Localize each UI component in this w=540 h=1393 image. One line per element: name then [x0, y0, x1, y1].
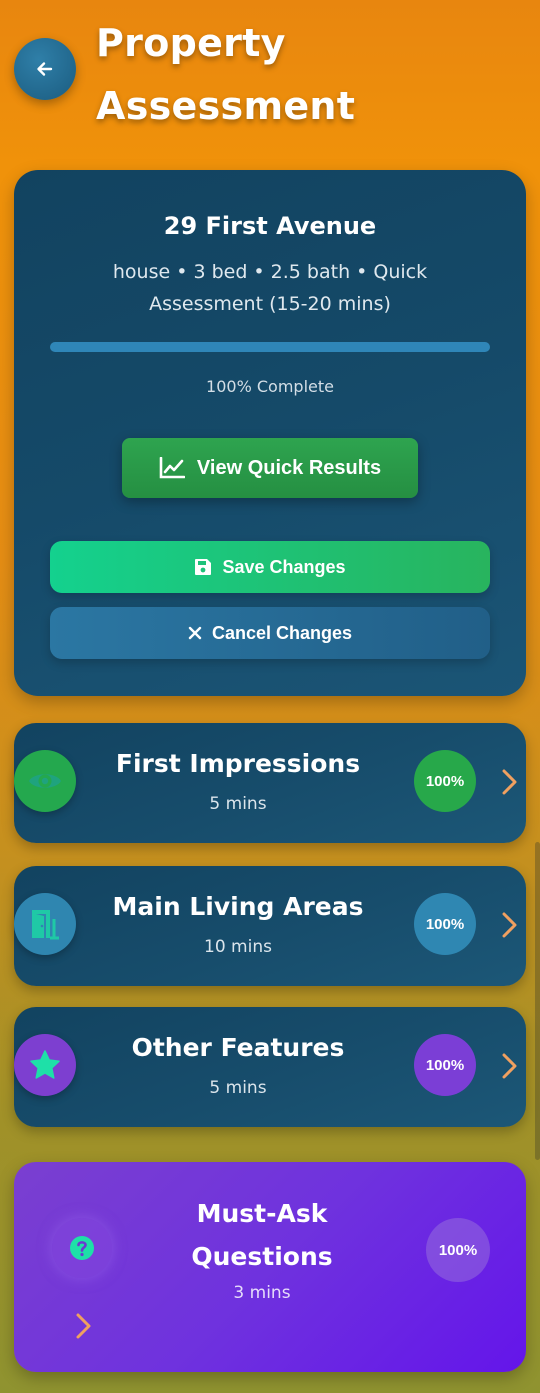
- scrollbar[interactable]: [535, 842, 540, 1160]
- floppy-disk-icon: [195, 559, 212, 575]
- section-icon-wrap: [52, 1218, 112, 1278]
- section-card-must-ask-questions[interactable]: Must-Ask Questions 3 mins 100%: [14, 1162, 526, 1372]
- door-open-icon: [32, 910, 59, 940]
- section-time: 10 mins: [204, 937, 272, 957]
- progress-bar-fill: [50, 342, 490, 352]
- progress-text: 100% Complete: [206, 377, 334, 396]
- section-title: First Impressions: [115, 749, 361, 778]
- section-card-first-impressions[interactable]: First Impressions 5 mins 100%: [14, 723, 526, 843]
- view-quick-results-label: View Quick Results: [196, 456, 382, 479]
- progress-bar: [50, 342, 490, 352]
- section-icon-wrap: [14, 750, 76, 812]
- property-details: house • 3 bed • 2.5 bath • Quick Assessm…: [112, 261, 428, 315]
- star-icon: [30, 1050, 60, 1079]
- arrow-left-icon: [37, 62, 53, 76]
- section-title: Must-Ask Questions: [191, 1199, 333, 1271]
- chevron-right-icon: [502, 1053, 517, 1079]
- back-button[interactable]: [14, 38, 76, 100]
- cancel-changes-button[interactable]: Cancel Changes: [50, 607, 490, 659]
- section-time: 5 mins: [209, 794, 267, 814]
- section-time: 3 mins: [233, 1283, 291, 1303]
- save-changes-label: Save Changes: [222, 556, 346, 577]
- x-icon: [188, 626, 202, 640]
- section-title: Other Features: [131, 1033, 345, 1062]
- eye-icon: [29, 774, 61, 788]
- chevron-right-icon: [502, 769, 517, 795]
- section-percent-badge: 100%: [426, 1218, 490, 1282]
- page-title: Property Assessment: [96, 21, 356, 128]
- property-address: 29 First Avenue: [163, 212, 377, 240]
- save-changes-button[interactable]: Save Changes: [50, 541, 490, 593]
- section-percent-badge: 100%: [414, 750, 476, 812]
- chart-line-icon: [159, 457, 185, 479]
- section-card-other-features[interactable]: Other Features 5 mins 100%: [14, 1007, 526, 1127]
- section-card-main-living-areas[interactable]: Main Living Areas 10 mins 100%: [14, 866, 526, 986]
- section-percent-badge: 100%: [414, 1034, 476, 1096]
- property-card: 29 First Avenue house • 3 bed • 2.5 bath…: [14, 170, 526, 696]
- view-quick-results-button[interactable]: View Quick Results: [122, 438, 418, 498]
- cancel-changes-label: Cancel Changes: [211, 622, 353, 643]
- question-circle-icon: [70, 1236, 94, 1260]
- section-title: Main Living Areas: [112, 892, 364, 921]
- chevron-right-icon: [76, 1313, 91, 1339]
- section-icon-wrap: [14, 1034, 76, 1096]
- section-icon-wrap: [14, 893, 76, 955]
- section-percent-badge: 100%: [414, 893, 476, 955]
- section-time: 5 mins: [209, 1078, 267, 1098]
- chevron-right-icon: [502, 912, 517, 938]
